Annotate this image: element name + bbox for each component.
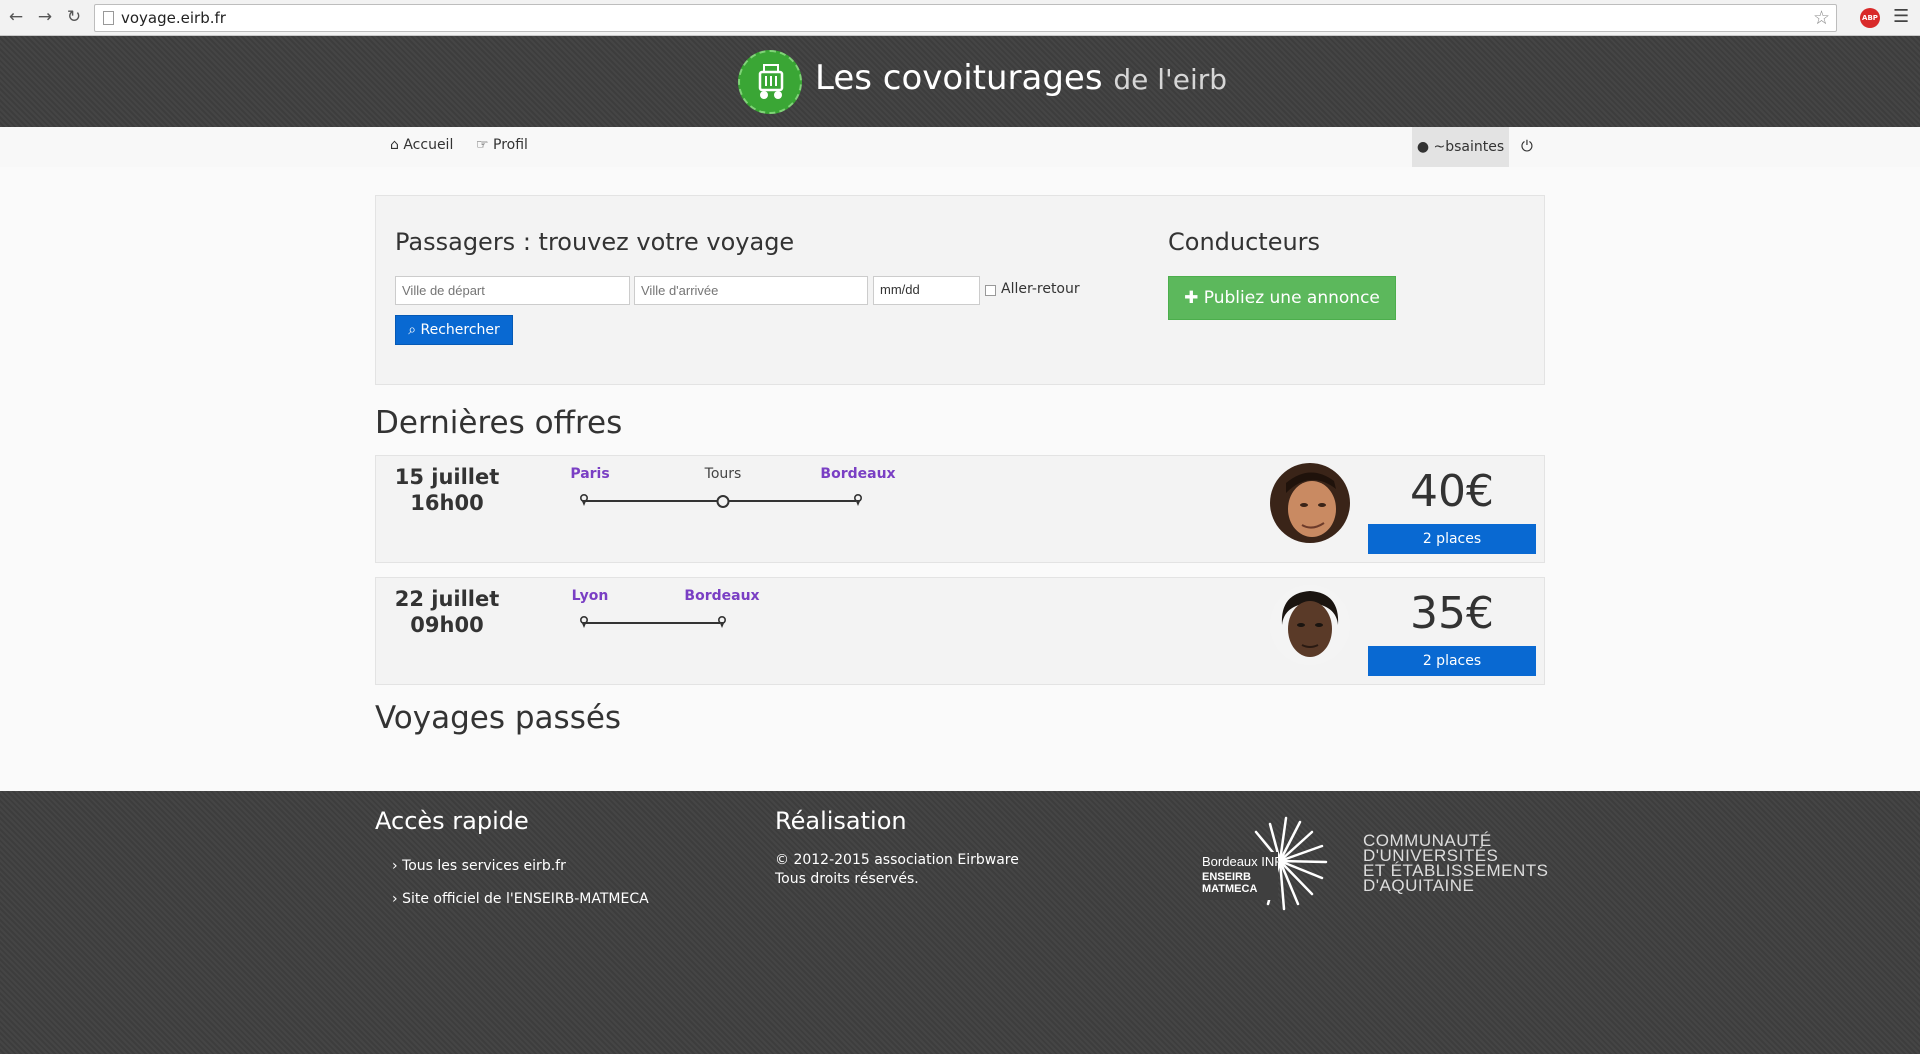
logout-power-icon[interactable]: ⏻	[1521, 137, 1533, 155]
driver-avatar[interactable]	[1270, 463, 1350, 543]
site-header: Les covoiturages de l'eirb	[0, 36, 1920, 127]
publish-offer-button[interactable]: ✚ Publiez une annonce	[1168, 276, 1396, 320]
search-panel: Passagers : trouvez votre voyage mm/dd A…	[375, 195, 1545, 385]
community-logo[interactable]: COMMUNAUTÉ D'UNIVERSITÉS ET ÉTABLISSEMEN…	[1363, 832, 1548, 895]
offer-price: 40€	[1410, 466, 1494, 517]
browser-menu-icon[interactable]: ☰	[1893, 6, 1909, 27]
offer-datetime: 15 juillet 16h00	[376, 464, 518, 516]
url-text[interactable]: voyage.eirb.fr	[121, 9, 226, 27]
quick-access-title: Accès rapide	[375, 807, 529, 835]
bookmark-star-icon[interactable]: ☆	[1813, 7, 1830, 29]
step-circle-icon	[716, 495, 730, 508]
publish-button-label: Publiez une annonce	[1203, 288, 1380, 308]
user-menu[interactable]: ● ~bsaintes	[1412, 127, 1509, 167]
arrival-input[interactable]	[634, 276, 868, 305]
route-to: Bordeaux	[684, 588, 760, 604]
credits-title: Réalisation	[775, 807, 907, 835]
back-arrow-icon[interactable]: ←	[6, 7, 26, 27]
driver-avatar[interactable]	[1270, 585, 1350, 665]
route: Paris Tours Bordeaux	[570, 466, 973, 516]
map-pin-icon	[580, 494, 588, 506]
site-title-suffix: de l'eirb	[1113, 63, 1228, 96]
inp-logo-text: ENSEIRB	[1202, 871, 1251, 883]
footer-link-school[interactable]: › Site officiel de l'ENSEIRB-MATMECA	[392, 891, 649, 907]
offer-card[interactable]: 15 juillet 16h00 Paris Tours Bordeaux 40…	[375, 455, 1545, 563]
past-trips-title: Voyages passés	[375, 700, 622, 736]
forward-arrow-icon[interactable]: →	[35, 7, 55, 27]
route-step: Tours	[704, 466, 742, 482]
home-icon: ⌂	[390, 137, 399, 153]
chevron-right-icon: ›	[392, 891, 398, 907]
username: ~bsaintes	[1433, 139, 1505, 155]
address-bar[interactable]: voyage.eirb.fr ☆	[94, 4, 1837, 32]
hand-pointer-icon: ☞	[476, 137, 489, 153]
top-navbar: ⌂ Accueil ☞ Profil ● ~bsaintes ⏻	[0, 127, 1920, 167]
nav-profile-label: Profil	[493, 137, 528, 153]
offer-datetime: 22 juillet 09h00	[376, 586, 518, 638]
rights-text: Tous droits réservés.	[775, 871, 919, 887]
route-to: Bordeaux	[820, 466, 896, 482]
departure-input[interactable]	[395, 276, 630, 305]
offer-time: 09h00	[410, 613, 484, 637]
offer-card[interactable]: 22 juillet 09h00 Lyon Bordeaux 35€ 2 pla…	[375, 577, 1545, 685]
latest-offers-title: Dernières offres	[375, 405, 623, 441]
nav-home-label: Accueil	[403, 137, 454, 153]
footer-link-label: Tous les services eirb.fr	[402, 858, 566, 874]
search-button-label: Rechercher	[420, 322, 500, 338]
adblock-icon[interactable]: ABP	[1860, 8, 1880, 28]
seats-available-badge[interactable]: 2 places	[1368, 646, 1536, 676]
page-icon	[103, 11, 114, 25]
offer-time: 16h00	[410, 491, 484, 515]
date-input[interactable]: mm/dd	[873, 276, 980, 305]
offer-date: 15 juillet	[394, 465, 500, 489]
community-line: D'AQUITAINE	[1363, 876, 1475, 895]
inp-logo-text: Bordeaux INP	[1202, 854, 1283, 869]
route-from: Paris	[570, 466, 610, 482]
map-pin-icon	[718, 616, 726, 628]
roundtrip-checkbox[interactable]	[985, 285, 996, 296]
map-pin-icon	[580, 616, 588, 628]
site-footer: Accès rapide › Tous les services eirb.fr…	[0, 791, 1920, 1054]
chevron-right-icon: ›	[392, 858, 398, 874]
offer-date: 22 juillet	[394, 587, 500, 611]
site-logo-icon[interactable]	[738, 50, 802, 114]
nav-profile-link[interactable]: ☞ Profil	[476, 137, 528, 153]
bordeaux-inp-logo[interactable]: Bordeaux INP ENSEIRB MATMECA	[1200, 816, 1340, 911]
search-icon: ⌕	[408, 322, 417, 338]
map-pin-icon	[854, 494, 862, 506]
route-line	[584, 622, 720, 624]
site-title-main: Les covoiturages	[815, 58, 1103, 98]
plus-icon: ✚	[1184, 288, 1199, 308]
roundtrip-label[interactable]: Aller-retour	[1001, 281, 1080, 297]
seats-available-badge[interactable]: 2 places	[1368, 524, 1536, 554]
user-icon: ●	[1416, 139, 1430, 155]
browser-toolbar: ← → ↻ voyage.eirb.fr ☆ ABP ☰	[0, 0, 1920, 36]
drivers-title: Conducteurs	[1168, 228, 1321, 256]
offer-price: 35€	[1410, 588, 1494, 639]
footer-link-services[interactable]: › Tous les services eirb.fr	[392, 858, 566, 874]
nav-home-link[interactable]: ⌂ Accueil	[390, 137, 453, 153]
site-title[interactable]: Les covoiturages de l'eirb	[815, 58, 1227, 98]
route-from: Lyon	[571, 588, 609, 604]
inp-logo-text: MATMECA	[1202, 883, 1257, 895]
search-button[interactable]: ⌕ Rechercher	[395, 315, 513, 345]
reload-icon[interactable]: ↻	[64, 7, 84, 27]
passengers-title: Passagers : trouvez votre voyage	[395, 228, 795, 256]
route: Lyon Bordeaux	[571, 588, 973, 638]
footer-link-label: Site officiel de l'ENSEIRB-MATMECA	[402, 891, 649, 907]
copyright-text: © 2012-2015 association Eirbware	[775, 852, 1019, 868]
